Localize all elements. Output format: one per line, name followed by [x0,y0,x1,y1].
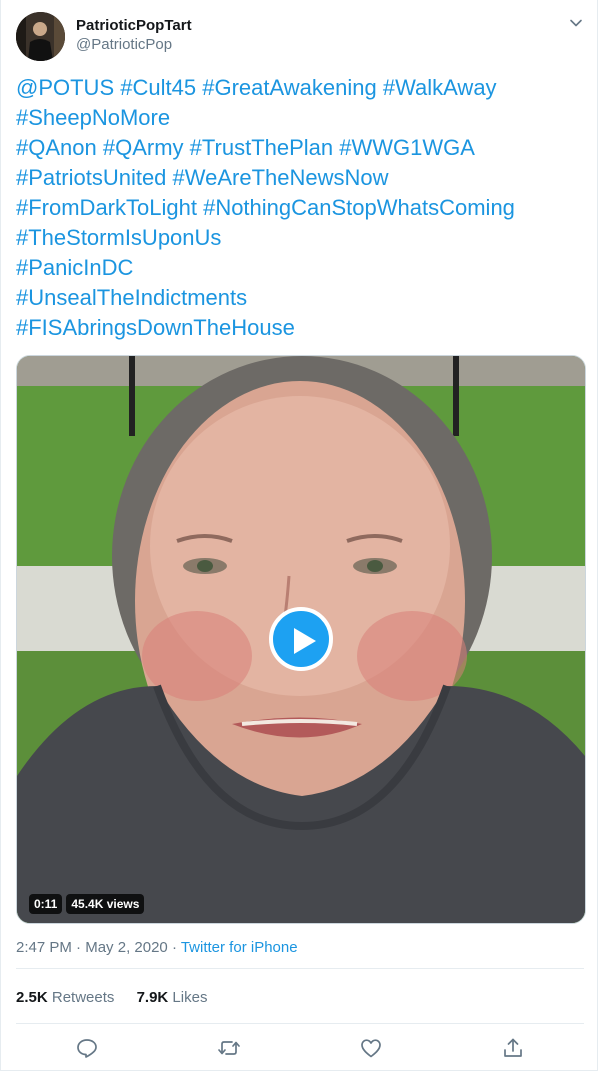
view-count: 45.4K views [66,894,145,914]
hashtag-link[interactable]: #NothingCanStopWhatsComing [203,195,515,220]
meta-separator-2: · [167,939,181,956]
tweet-text: @POTUS #Cult45 #GreatAwakening #WalkAway… [16,73,586,343]
hashtag-link[interactable]: #FISAbringsDownTheHouse [16,315,295,340]
tweet-text-line: #PanicInDC [16,253,586,283]
tweet-text-line: #SheepNoMore [16,103,586,133]
tweet-text-line: #TheStormIsUponUs [16,223,586,253]
video-duration: 0:11 [29,894,63,914]
hashtag-link[interactable]: #WeAreTheNewsNow [173,165,389,190]
divider [16,968,584,969]
tweet-header: PatrioticPopTart @PatrioticPop [16,12,586,61]
hashtag-link[interactable]: #SheepNoMore [16,105,170,130]
display-name[interactable]: PatrioticPopTart [76,16,192,36]
hashtag-link[interactable]: #GreatAwakening [202,75,377,100]
hashtag-link[interactable]: #TrustThePlan [190,135,333,160]
avatar[interactable] [16,12,65,61]
hashtag-link[interactable]: #FromDarkToLight [16,195,197,220]
retweets-count: 2.5K [16,989,48,1006]
hashtag-link[interactable]: #WalkAway [383,75,497,100]
hashtag-link[interactable]: #QAnon [16,135,97,160]
user-handle[interactable]: @PatrioticPop [76,36,192,54]
likes-stat[interactable]: 7.9K Likes [137,988,208,1008]
hashtag-link[interactable]: #UnsealTheIndictments [16,285,247,310]
share-icon[interactable] [501,1036,525,1060]
retweet-icon[interactable] [217,1036,241,1060]
hashtag-link[interactable]: #QArmy [103,135,184,160]
action-bar [1,1036,598,1060]
tweet-text-line: #PatriotsUnited #WeAreTheNewsNow [16,163,586,193]
retweets-stat[interactable]: 2.5K Retweets [16,988,114,1008]
tweet-source-link[interactable]: Twitter for iPhone [181,939,298,956]
author-block: PatrioticPopTart @PatrioticPop [76,16,192,54]
retweets-label: Retweets [51,989,115,1006]
play-button[interactable] [269,607,333,671]
tweet-text-line: @POTUS #Cult45 #GreatAwakening #WalkAway [16,73,586,103]
tweet-meta: 2:47 PM · May 2, 2020 · Twitter for iPho… [16,938,298,958]
hashtag-link[interactable]: #WWG1WGA [339,135,475,160]
divider [16,1023,584,1024]
play-icon [294,628,316,654]
hashtag-link[interactable]: #PatriotsUnited [16,165,166,190]
likes-label: Likes [172,989,208,1006]
likes-count: 7.9K [136,989,169,1006]
tweet-date[interactable]: May 2, 2020 [85,939,168,956]
heart-icon[interactable] [359,1036,383,1060]
reply-icon[interactable] [75,1036,99,1060]
hashtag-link[interactable]: #Cult45 [120,75,196,100]
video-player[interactable]: 0:11 45.4K views [16,355,586,924]
video-badges: 0:11 45.4K views [29,894,145,914]
tweet-text-line: #UnsealTheIndictments [16,283,586,313]
meta-separator: · [71,939,86,956]
tweet-stats: 2.5K Retweets 7.9K Likes [16,988,225,1008]
tweet-time[interactable]: 2:47 PM [16,939,72,956]
tweet-text-line: #QAnon #QArmy #TrustThePlan #WWG1WGA [16,133,586,163]
hashtag-link[interactable]: #PanicInDC [16,255,133,280]
chevron-down-icon[interactable] [569,16,583,30]
tweet-text-line: #FromDarkToLight #NothingCanStopWhatsCom… [16,193,586,223]
tweet-card: PatrioticPopTart @PatrioticPop @POTUS #C… [0,0,598,1071]
hashtag-link[interactable]: #TheStormIsUponUs [16,225,221,250]
tweet-text-line: #FISAbringsDownTheHouse [16,313,586,343]
mention-link[interactable]: @POTUS [16,75,114,100]
